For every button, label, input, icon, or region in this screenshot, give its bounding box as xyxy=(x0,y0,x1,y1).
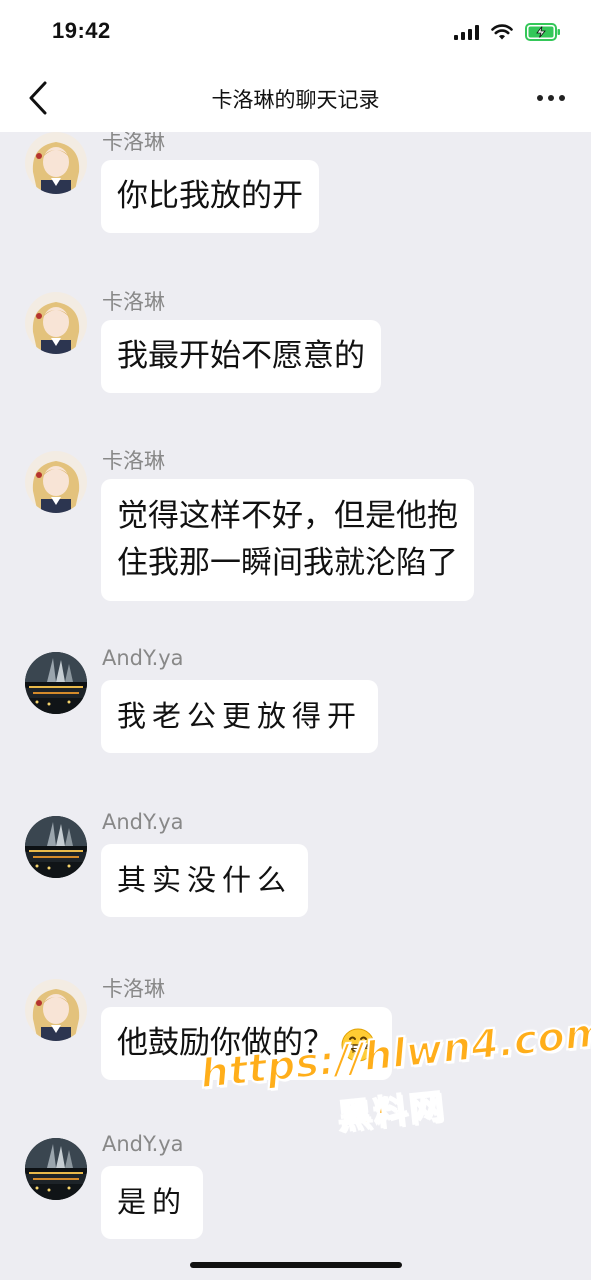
sender-name: 卡洛琳 xyxy=(102,290,165,314)
message-bubble[interactable]: 你比我放的开 xyxy=(101,160,319,233)
avatar[interactable] xyxy=(25,292,87,354)
message-bubble[interactable]: 他鼓励你做的？ xyxy=(101,1007,392,1080)
status-bar: 19:42 xyxy=(0,0,591,64)
home-indicator[interactable] xyxy=(190,1262,402,1268)
avatar[interactable] xyxy=(25,816,87,878)
more-dot-icon xyxy=(559,95,565,101)
cellular-signal-icon xyxy=(454,24,479,40)
avatar[interactable] xyxy=(25,132,87,194)
chat-history-list[interactable]: 卡洛琳 你比我放的开 卡洛琳 我最开始不愿意的 卡洛琳 觉得这样不好，但是他抱 … xyxy=(0,132,591,1280)
message-bubble[interactable]: 我最开始不愿意的 xyxy=(101,320,381,393)
city-night-avatar-icon xyxy=(25,1138,87,1200)
battery-charging-icon xyxy=(525,23,560,41)
avatar[interactable] xyxy=(25,1138,87,1200)
message-text: 我最开始不愿意的 xyxy=(117,338,365,374)
avatar[interactable] xyxy=(25,979,87,1041)
city-night-avatar-icon xyxy=(25,652,87,714)
nav-bar: 卡洛琳的聊天记录 xyxy=(0,64,591,132)
message-text: 你比我放的开 xyxy=(117,178,303,214)
message-bubble[interactable]: 其实没什么 xyxy=(101,844,309,917)
wifi-icon xyxy=(491,23,513,39)
message-text: 住我那一瞬间我就沦陷了 xyxy=(117,545,458,581)
message-text: 我老公更放得开 xyxy=(117,699,363,733)
message-text: 他鼓励你做的？ xyxy=(117,1025,334,1061)
more-dot-icon xyxy=(548,95,554,101)
anime-girl-avatar-icon xyxy=(25,132,87,194)
status-icons xyxy=(454,20,561,44)
more-dot-icon xyxy=(537,95,543,101)
city-night-avatar-icon xyxy=(25,816,87,878)
status-time: 19:42 xyxy=(52,18,111,43)
avatar[interactable] xyxy=(25,652,87,714)
sender-name: 卡洛琳 xyxy=(102,132,165,154)
message-text: 其实没什么 xyxy=(117,863,293,897)
message-bubble[interactable]: 我老公更放得开 xyxy=(101,680,379,753)
anime-girl-avatar-icon xyxy=(25,292,87,354)
anime-girl-avatar-icon xyxy=(25,451,87,513)
avatar[interactable] xyxy=(25,451,87,513)
message-bubble[interactable]: 是的 xyxy=(101,1166,204,1239)
page-title: 卡洛琳的聊天记录 xyxy=(211,88,380,112)
sender-name: AndY.ya xyxy=(102,1132,184,1156)
message-text: 是的 xyxy=(117,1185,188,1219)
more-options-button[interactable] xyxy=(529,78,573,118)
anime-girl-avatar-icon xyxy=(25,979,87,1041)
message-bubble[interactable]: 觉得这样不好，但是他抱 住我那一瞬间我就沦陷了 xyxy=(101,479,474,601)
sender-name: 卡洛琳 xyxy=(102,449,165,473)
grinning-face-icon xyxy=(341,1028,375,1061)
sender-name: AndY.ya xyxy=(102,810,184,834)
sender-name: 卡洛琳 xyxy=(102,977,165,1001)
message-text: 觉得这样不好，但是他抱 xyxy=(117,498,458,534)
sender-name: AndY.ya xyxy=(102,646,184,670)
